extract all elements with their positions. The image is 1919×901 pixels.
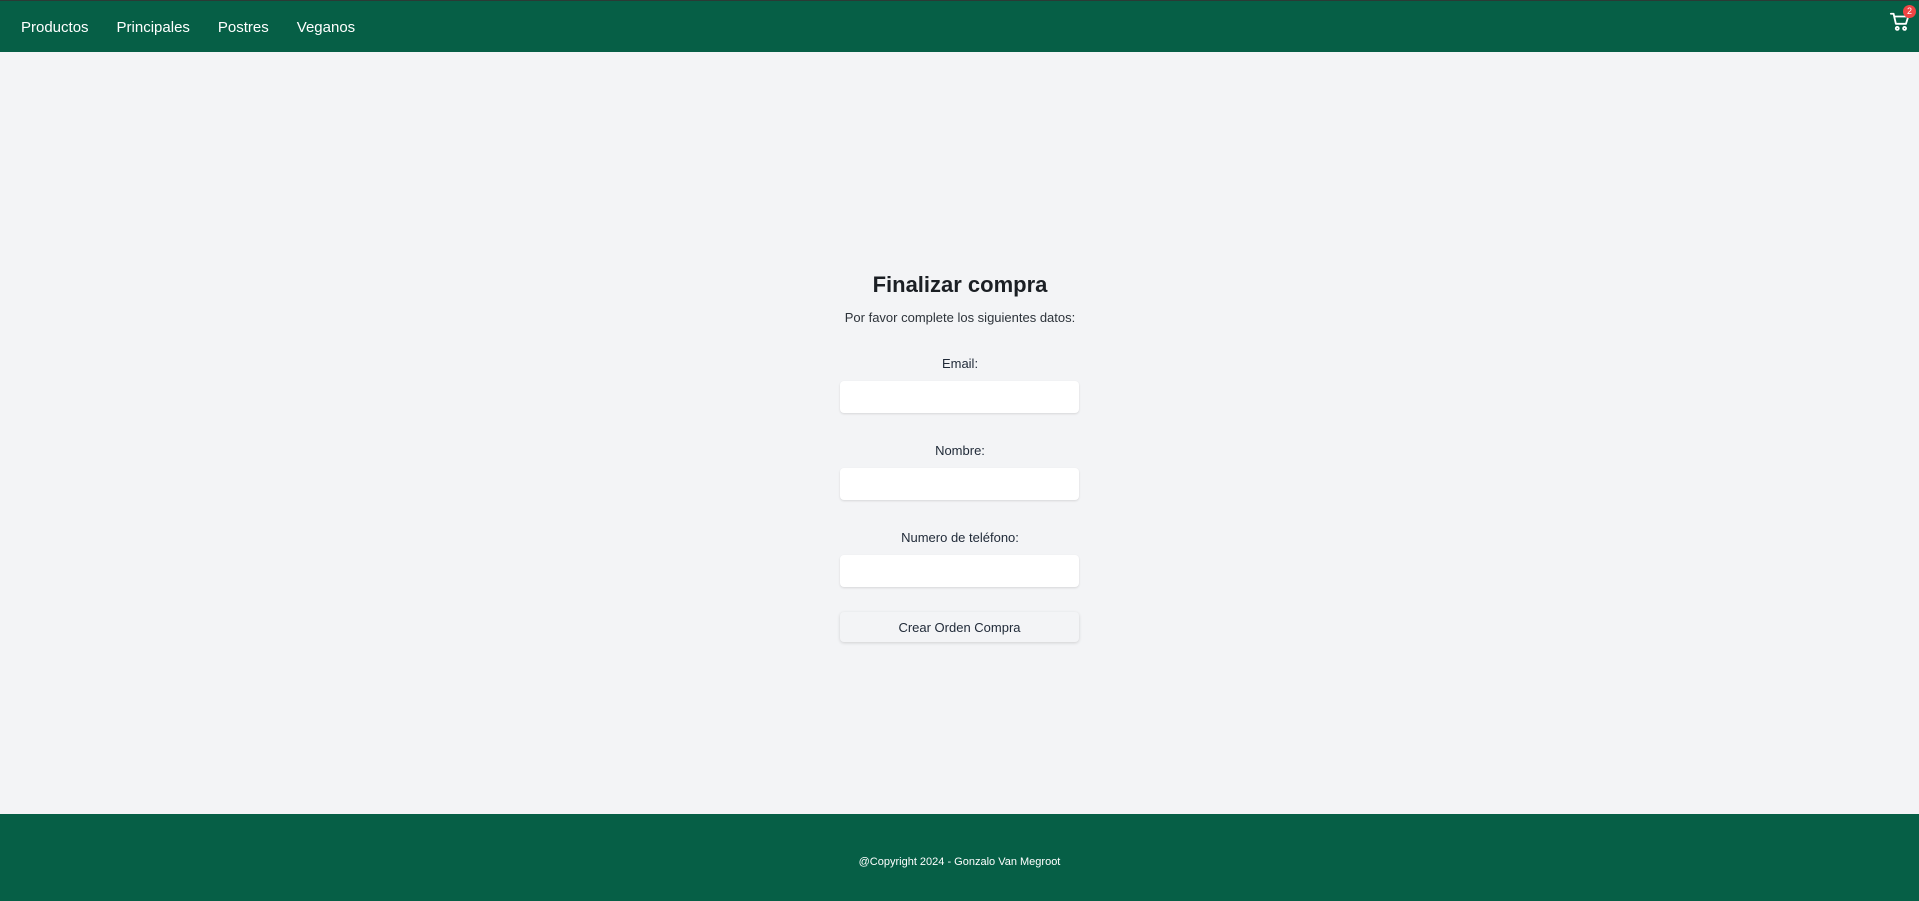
main-nav: Productos Principales Postres Veganos <box>0 1 383 53</box>
nav-link-veganos[interactable]: Veganos <box>297 19 355 36</box>
page-title: Finalizar compra <box>872 272 1048 297</box>
name-field[interactable] <box>840 468 1079 500</box>
phone-label: Numero de teléfono: <box>901 530 1019 545</box>
copyright-text: @Copyright 2024 - Gonzalo Van Megroot <box>858 856 1061 868</box>
footer: @Copyright 2024 - Gonzalo Van Megroot <box>0 814 1919 901</box>
checkout-form: Finalizar compra Por favor complete los … <box>840 270 1080 642</box>
cart-count-badge: 2 <box>1903 5 1916 18</box>
nav-link-postres[interactable]: Postres <box>218 19 269 36</box>
checkout-page: Finalizar compra Por favor complete los … <box>0 52 1919 814</box>
email-field[interactable] <box>840 381 1079 413</box>
nav-link-principales[interactable]: Principales <box>117 19 190 36</box>
nav-link-productos[interactable]: Productos <box>21 19 89 36</box>
top-navbar: Productos Principales Postres Veganos 2 <box>0 0 1919 52</box>
name-label: Nombre: <box>935 443 985 458</box>
form-subtitle: Por favor complete los siguientes datos: <box>844 310 1076 325</box>
phone-field[interactable] <box>840 555 1079 587</box>
create-order-button[interactable]: Crear Orden Compra <box>840 612 1079 642</box>
cart-button[interactable]: 2 <box>1889 5 1916 33</box>
email-label: Email: <box>941 356 979 371</box>
